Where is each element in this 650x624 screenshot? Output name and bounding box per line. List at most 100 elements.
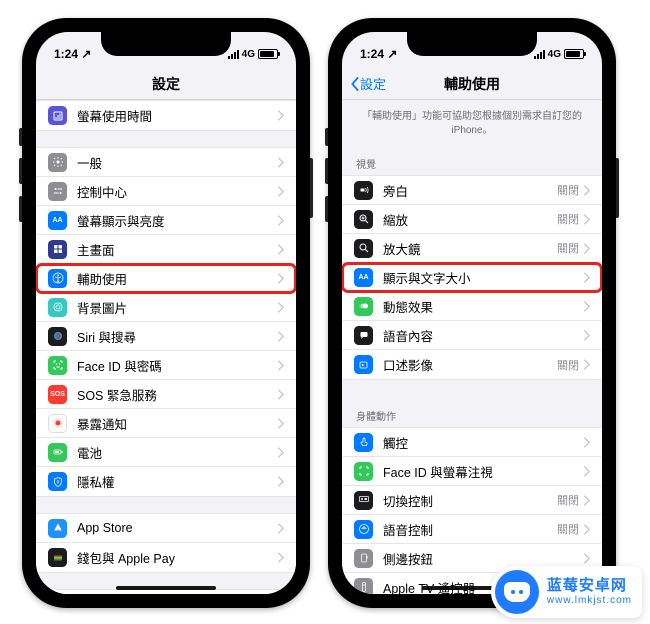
settings-list[interactable]: 螢幕使用時間一般控制中心 AA 螢幕顯示與亮度主畫面輔助使用背景圖片 Siri 與搜尋…: [36, 100, 296, 594]
chevron-icon: [583, 359, 590, 370]
row-accessibility[interactable]: 輔助使用: [36, 264, 296, 293]
row-touch[interactable]: 觸控: [342, 428, 602, 457]
row-battery[interactable]: 電池: [36, 438, 296, 467]
row-label: 顯示與文字大小: [383, 268, 583, 287]
section-header: 身體動作: [342, 396, 602, 427]
chevron-icon: [583, 524, 590, 535]
signal-icon: [228, 50, 239, 59]
row-siri[interactable]: Siri 與搜尋: [36, 322, 296, 351]
page-title: 輔助使用: [444, 74, 500, 94]
row-display[interactable]: AA 螢幕顯示與亮度: [36, 206, 296, 235]
watermark-url: www.lmkjst.com: [547, 595, 632, 606]
row-zoom[interactable]: 縮放關閉: [342, 205, 602, 234]
row-value: 關閉: [557, 521, 579, 537]
row-value: 關閉: [557, 357, 579, 373]
chevron-icon: [277, 302, 284, 313]
row-spoken[interactable]: 語音內容: [342, 321, 602, 350]
nav-bar: 設定 輔助使用: [342, 68, 602, 100]
row-value: 關閉: [557, 492, 579, 508]
chevron-icon: [583, 495, 590, 506]
row-appstore[interactable]: App Store: [36, 514, 296, 543]
screentime-icon: [48, 106, 67, 125]
row-label: 縮放: [383, 210, 557, 229]
row-label: 側邊按鈕: [383, 549, 583, 568]
section-header: 視覺: [342, 144, 602, 175]
siri-icon: [48, 327, 67, 346]
battery-icon: [258, 49, 278, 59]
sos-icon: SOS: [48, 385, 67, 404]
chevron-icon: [277, 523, 284, 534]
chevron-icon: [277, 552, 284, 563]
row-value: 關閉: [557, 240, 579, 256]
voiceover-icon: [354, 181, 373, 200]
chevron-icon: [583, 330, 590, 341]
row-privacy[interactable]: 隱私權: [36, 467, 296, 496]
wallet-icon: [48, 548, 67, 567]
row-sos[interactable]: SOS SOS 緊急服務: [36, 380, 296, 409]
row-general[interactable]: 一般: [36, 148, 296, 177]
row-switch[interactable]: 切換控制關閉: [342, 486, 602, 515]
accessibility-list[interactable]: 「輔助使用」功能可協助您根據個別需求自訂您的 iPhone。 視覺旁白關閉縮放關…: [342, 100, 602, 594]
row-passwords[interactable]: 密碼: [36, 590, 296, 594]
row-label: Siri 與搜尋: [77, 327, 277, 346]
phone-right: 1:24 ↗ 4G 設定 輔助使用 「輔助使用」功能可協助您根據個別需求自訂您的…: [328, 18, 616, 608]
chevron-icon: [583, 272, 590, 283]
faceid-icon: [48, 356, 67, 375]
face-attn-icon: [354, 462, 373, 481]
spoken-icon: [354, 326, 373, 345]
row-faceid[interactable]: Face ID 與密碼: [36, 351, 296, 380]
row-screentime[interactable]: 螢幕使用時間: [36, 101, 296, 130]
caption: 「輔助使用」功能可協助您根據個別需求自訂您的 iPhone。: [342, 100, 602, 144]
row-label: 一般: [77, 153, 277, 172]
accessibility-icon: [48, 269, 67, 288]
row-control-center[interactable]: 控制中心: [36, 177, 296, 206]
chevron-icon: [277, 273, 284, 284]
magnifier-icon: [354, 239, 373, 258]
chevron-icon: [277, 447, 284, 458]
row-voiceover[interactable]: 旁白關閉: [342, 176, 602, 205]
row-label: 語音內容: [383, 326, 583, 345]
chevron-icon: [277, 476, 284, 487]
row-label: 口述影像: [383, 355, 557, 374]
chevron-icon: [583, 214, 590, 225]
row-label: 電池: [77, 443, 277, 462]
switch-icon: [354, 491, 373, 510]
battery-icon: [564, 49, 584, 59]
chevron-icon: [583, 301, 590, 312]
row-home[interactable]: 主畫面: [36, 235, 296, 264]
control-center-icon: [48, 182, 67, 201]
display-icon: AA: [48, 211, 67, 230]
row-voice-ctl[interactable]: 語音控制關閉: [342, 515, 602, 544]
watermark: 蓝莓安卓网 www.lmkjst.com: [491, 566, 642, 618]
row-label: Face ID 與密碼: [77, 356, 277, 375]
row-exposure[interactable]: 暴露通知: [36, 409, 296, 438]
home-indicator[interactable]: [116, 586, 216, 590]
row-label: 觸控: [383, 433, 583, 452]
nav-bar: 設定: [36, 68, 296, 100]
row-motion[interactable]: 動態效果: [342, 292, 602, 321]
watermark-icon: [495, 570, 539, 614]
signal-icon: [534, 50, 545, 59]
row-label: 旁白: [383, 181, 557, 200]
row-text-size[interactable]: AA顯示與文字大小: [342, 263, 602, 292]
chevron-icon: [277, 331, 284, 342]
row-label: 動態效果: [383, 297, 583, 316]
row-label: SOS 緊急服務: [77, 385, 277, 404]
row-label: App Store: [77, 521, 277, 535]
row-label: 切換控制: [383, 491, 557, 510]
voice-ctl-icon: [354, 520, 373, 539]
back-button[interactable]: 設定: [350, 74, 386, 93]
row-wallet[interactable]: 錢包與 Apple Pay: [36, 543, 296, 572]
chevron-icon: [277, 360, 284, 371]
phone-left: 1:24 ↗ 4G 設定 螢幕使用時間一般控制中心AA螢幕顯示與亮度主畫面輔助使…: [22, 18, 310, 608]
chevron-icon: [583, 185, 590, 196]
row-audio-desc[interactable]: 口述影像關閉: [342, 350, 602, 379]
chevron-icon: [277, 389, 284, 400]
row-face-attn[interactable]: Face ID 與螢幕注視: [342, 457, 602, 486]
row-wallpaper[interactable]: 背景圖片: [36, 293, 296, 322]
chevron-icon: [583, 553, 590, 564]
row-magnifier[interactable]: 放大鏡關閉: [342, 234, 602, 263]
row-label: 隱私權: [77, 472, 277, 491]
chevron-icon: [583, 243, 590, 254]
row-label: 螢幕顯示與亮度: [77, 211, 277, 230]
